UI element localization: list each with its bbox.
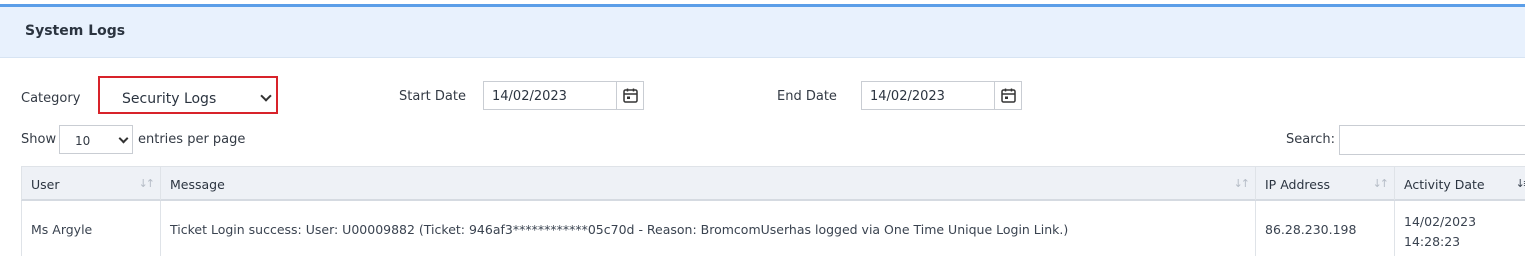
- column-header-ip-address[interactable]: IP Address ↓↑: [1256, 167, 1395, 200]
- start-date-value: 14/02/2023: [492, 89, 567, 104]
- panel-header: System Logs: [0, 7, 1525, 58]
- page-title: System Logs: [25, 23, 126, 39]
- start-date-label: Start Date: [399, 89, 466, 104]
- activity-time: 14:28:23: [1404, 234, 1461, 249]
- chevron-down-icon: [118, 133, 129, 144]
- entries-per-page-select[interactable]: 10: [59, 125, 133, 154]
- cell-ip-address: 86.28.230.198: [1256, 201, 1395, 256]
- sort-descending-icon: ↓≡: [1515, 177, 1525, 190]
- calendar-icon: [1001, 88, 1016, 103]
- cell-message: Ticket Login success: User: U00009882 (T…: [161, 201, 1256, 256]
- column-header-user[interactable]: User ↓↑: [21, 167, 161, 200]
- search-input[interactable]: [1339, 125, 1525, 155]
- show-label: Show: [21, 132, 57, 147]
- cell-user: Ms Argyle: [21, 201, 161, 256]
- end-date-calendar-button[interactable]: [994, 82, 1021, 109]
- sort-icon: ↓↑: [138, 177, 156, 190]
- start-date-calendar-button[interactable]: [616, 82, 643, 109]
- category-select-value: Security Logs: [122, 91, 217, 107]
- entries-value: 10: [75, 134, 91, 148]
- sort-icon: ↓↑: [1233, 177, 1251, 190]
- activity-date: 14/02/2023: [1404, 214, 1477, 229]
- table-row[interactable]: Ms Argyle Ticket Login success: User: U0…: [21, 201, 1525, 256]
- entries-suffix-label: entries per page: [138, 132, 246, 147]
- sort-icon: ↓↑: [1372, 177, 1390, 190]
- chevron-down-icon: [260, 90, 272, 102]
- search-label: Search:: [1286, 132, 1336, 147]
- calendar-icon: [623, 88, 638, 103]
- table-header: User ↓↑ Message ↓↑ IP Address ↓↑ Activit…: [21, 166, 1525, 201]
- category-label: Category: [21, 91, 81, 106]
- start-date-input[interactable]: 14/02/2023: [483, 81, 644, 110]
- cell-activity-date: 14/02/2023 14:28:23: [1395, 201, 1525, 256]
- column-header-activity-date[interactable]: Activity Date ↓≡: [1395, 167, 1525, 200]
- end-date-input[interactable]: 14/02/2023: [861, 81, 1022, 110]
- column-header-message[interactable]: Message ↓↑: [161, 167, 1256, 200]
- category-select[interactable]: Security Logs: [98, 76, 278, 114]
- end-date-label: End Date: [777, 89, 837, 104]
- end-date-value: 14/02/2023: [870, 89, 945, 104]
